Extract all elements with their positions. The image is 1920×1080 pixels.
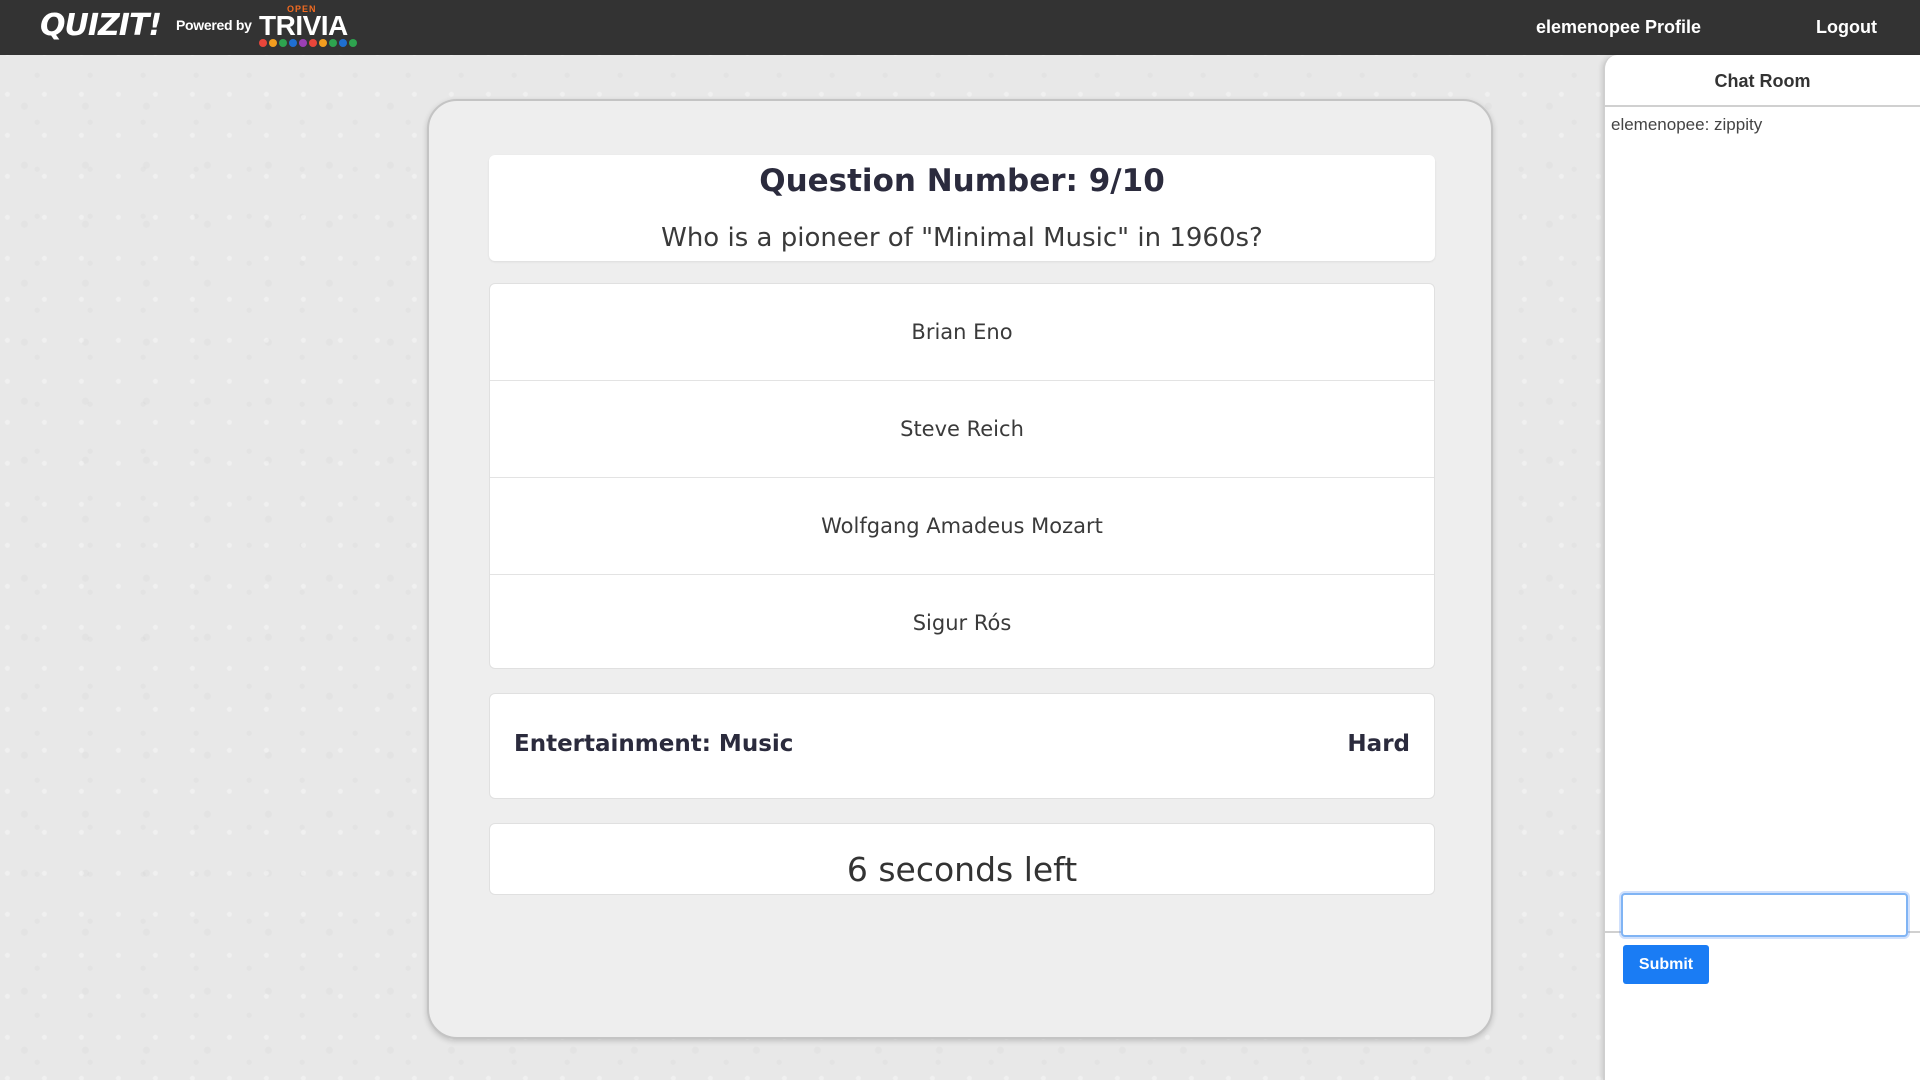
- chat-room-panel: Chat Room elemenopee: zippity Submit: [1603, 55, 1920, 1080]
- trivia-logo-dot: [329, 39, 337, 47]
- answer-option[interactable]: Brian Eno: [490, 284, 1434, 381]
- trivia-logo-dot: [349, 39, 357, 47]
- timer-panel: 6 seconds left: [489, 823, 1435, 895]
- question-text: Who is a pioneer of "Minimal Music" in 1…: [661, 223, 1263, 253]
- trivia-logo-dot: [309, 39, 317, 47]
- trivia-logo-dot: [289, 39, 297, 47]
- chat-room-title: Chat Room: [1605, 55, 1920, 107]
- chat-submit-button[interactable]: Submit: [1623, 945, 1709, 984]
- answer-option[interactable]: Wolfgang Amadeus Mozart: [490, 478, 1434, 575]
- navbar: QUIZIT! Powered by OPEN TRIVIA elemenope…: [0, 0, 1920, 55]
- logout-link[interactable]: Logout: [1816, 17, 1877, 38]
- quizit-logo[interactable]: QUIZIT!: [40, 6, 162, 46]
- trivia-logo-dot: [279, 39, 287, 47]
- chat-message: elemenopee: zippity: [1611, 115, 1763, 134]
- timer-text: 6 seconds left: [846, 850, 1078, 889]
- trivia-logo-dot: [299, 39, 307, 47]
- profile-link[interactable]: elemenopee Profile: [1536, 17, 1701, 38]
- question-panel: Question Number: 9/10 Who is a pioneer o…: [489, 155, 1435, 261]
- chat-message-input[interactable]: [1621, 893, 1908, 937]
- trivia-logo-dot: [259, 39, 267, 47]
- difficulty-label: Hard: [1347, 731, 1410, 757]
- chat-message-list[interactable]: elemenopee: zippity: [1605, 107, 1920, 933]
- answer-option[interactable]: Steve Reich: [490, 381, 1434, 478]
- answer-option[interactable]: Sigur Rós: [490, 575, 1434, 668]
- category-label: Entertainment: Music: [514, 731, 794, 757]
- trivia-logo-dot: [339, 39, 347, 47]
- question-number: Question Number: 9/10: [759, 163, 1165, 199]
- quiz-card: Question Number: 9/10 Who is a pioneer o…: [427, 99, 1493, 1039]
- trivia-logo-word: TRIVIA: [259, 10, 348, 41]
- answer-list: Brian Eno Steve Reich Wolfgang Amadeus M…: [489, 283, 1435, 669]
- trivia-logo-dot: [269, 39, 277, 47]
- question-meta-panel: Entertainment: Music Hard: [489, 693, 1435, 799]
- open-trivia-logo[interactable]: OPEN TRIVIA: [257, 3, 357, 49]
- trivia-logo-dots: [259, 39, 357, 47]
- trivia-logo-dot: [319, 39, 327, 47]
- powered-by-label: Powered by: [176, 17, 252, 33]
